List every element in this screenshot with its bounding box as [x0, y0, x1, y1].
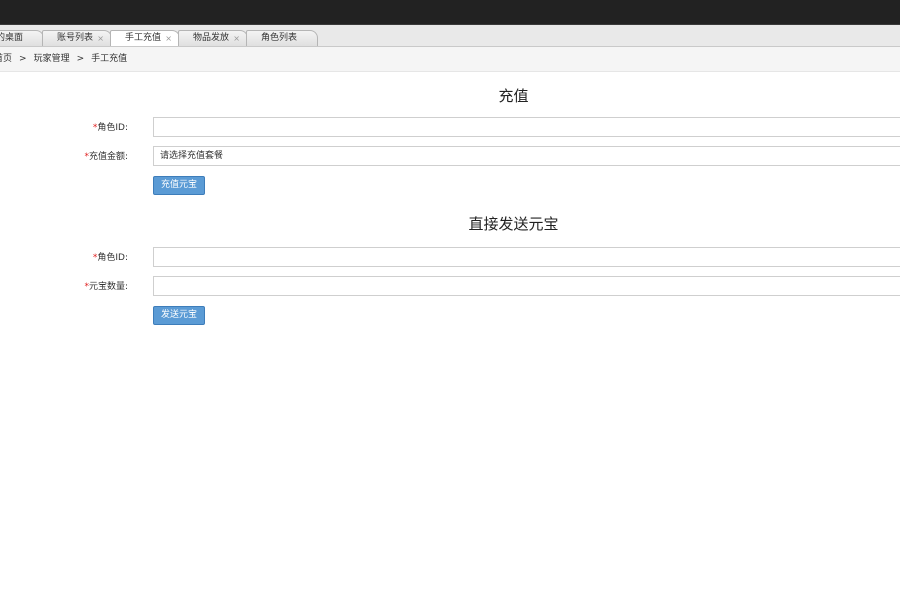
yuanbao-count-label: *元宝数量:	[0, 279, 128, 292]
close-icon[interactable]: ×	[97, 31, 104, 46]
amount-select[interactable]: 请选择充值套餐	[153, 146, 900, 166]
close-icon[interactable]: ×	[165, 31, 172, 46]
tab-bar: 我的桌面 账号列表 × 手工充值 × 物品发放 × 角色列表	[0, 24, 900, 47]
tab-label: 物品发放	[193, 33, 230, 43]
label-text: 角色ID:	[97, 123, 128, 133]
role-id-label: *角色ID:	[0, 120, 128, 133]
breadcrumb-separator: >	[19, 54, 27, 64]
tab-item-distribution[interactable]: 物品发放 ×	[178, 30, 248, 46]
breadcrumb: 首页 > 玩家管理 > 手工充值	[0, 47, 900, 72]
tab-role-list[interactable]: 角色列表	[246, 30, 318, 46]
label-text: 角色ID:	[97, 253, 128, 263]
breadcrumb-item-player-management[interactable]: 玩家管理	[34, 47, 70, 71]
tab-manual-recharge[interactable]: 手工充值 ×	[110, 30, 180, 46]
send-yuanbao-button[interactable]: 发送元宝	[153, 306, 205, 325]
tab-label: 账号列表	[57, 33, 94, 43]
label-text: 元宝数量:	[88, 282, 128, 292]
tab-label: 角色列表	[261, 33, 298, 43]
role-id-input[interactable]	[153, 117, 900, 137]
amount-label: *充值金额:	[0, 149, 128, 162]
breadcrumb-separator: >	[76, 54, 85, 64]
label-text: 充值金额:	[88, 152, 128, 162]
recharge-title: 充值	[498, 87, 529, 105]
send-role-id-input[interactable]	[153, 247, 900, 267]
tab-desktop[interactable]: 我的桌面	[0, 30, 44, 46]
recharge-yuanbao-button[interactable]: 充值元宝	[153, 176, 205, 195]
close-icon[interactable]: ×	[233, 31, 240, 46]
tab-account-list[interactable]: 账号列表 ×	[42, 30, 112, 46]
send-role-id-label: *角色ID:	[0, 250, 128, 263]
direct-send-title: 直接发送元宝	[468, 215, 559, 233]
breadcrumb-item-current: 手工充值	[91, 54, 128, 64]
amount-select-value: 请选择充值套餐	[160, 151, 224, 161]
breadcrumb-item-home[interactable]: 首页	[0, 47, 12, 71]
top-bar	[0, 0, 900, 24]
yuanbao-count-input[interactable]	[153, 276, 900, 296]
tab-label: 我的桌面	[0, 33, 24, 43]
tab-label: 手工充值	[125, 33, 162, 43]
